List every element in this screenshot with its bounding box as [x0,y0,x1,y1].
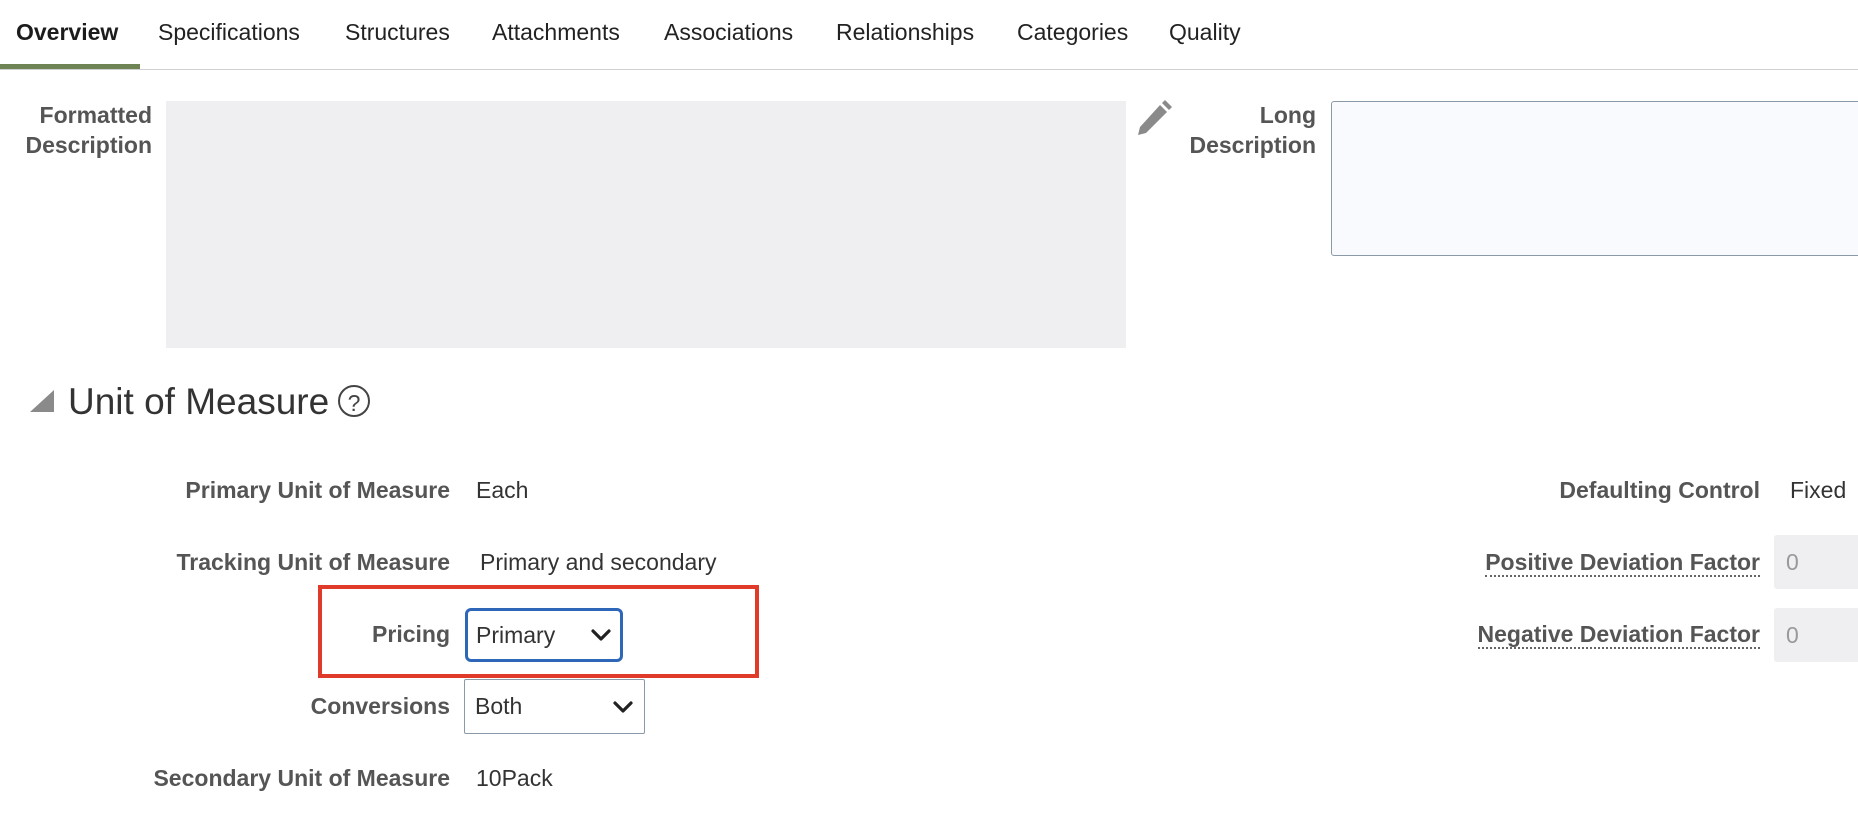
conversions-select[interactable]: Both [464,679,645,734]
primary-uom-label: Primary Unit of Measure [185,477,450,503]
chevron-down-icon [613,700,633,713]
negative-deviation-input[interactable]: 0 [1774,608,1858,662]
pricing-label: Pricing [372,621,450,647]
formatted-description-label-line1: Formatted [39,102,152,128]
long-description-label-line2: Description [1189,132,1316,158]
chevron-down-icon [591,629,611,641]
pricing-select[interactable]: Primary [465,608,623,662]
secondary-uom-label: Secondary Unit of Measure [153,765,450,791]
collapse-triangle-icon[interactable] [30,390,54,412]
tab-categories[interactable]: Categories [1017,0,1128,69]
tab-bar: Overview Specifications Structures Attac… [0,0,1858,70]
secondary-uom-value: 10Pack [476,765,553,791]
positive-deviation-input[interactable]: 0 [1774,535,1858,589]
defaulting-control-value: Fixed [1790,477,1847,503]
tracking-uom-value: Primary and secondary [480,549,717,575]
formatted-description-field[interactable] [166,101,1126,348]
pencil-icon[interactable] [1134,97,1172,137]
tab-attachments[interactable]: Attachments [492,0,620,69]
tab-associations[interactable]: Associations [664,0,793,69]
formatted-description-label: Formatted Description [10,100,152,160]
tab-specifications[interactable]: Specifications [158,0,300,69]
positive-deviation-label[interactable]: Positive Deviation Factor [1400,547,1760,577]
tab-structures[interactable]: Structures [345,0,450,69]
conversions-label: Conversions [310,693,450,719]
positive-deviation-label-text: Positive Deviation Factor [1485,549,1760,577]
pricing-select-value: Primary [476,622,556,648]
defaulting-control-label: Defaulting Control [1559,477,1760,503]
formatted-description-label-line2: Description [25,132,152,158]
section-title: Unit of Measure [68,381,330,422]
long-description-label: Long Description [1170,100,1316,160]
tab-relationships[interactable]: Relationships [836,0,974,69]
tab-quality[interactable]: Quality [1169,0,1241,69]
negative-deviation-label-text: Negative Deviation Factor [1477,621,1760,649]
long-description-label-line1: Long [1259,102,1316,128]
conversions-select-value: Both [475,693,523,719]
tab-overview[interactable]: Overview [16,0,118,69]
negative-deviation-label[interactable]: Negative Deviation Factor [1400,619,1760,649]
primary-uom-value: Each [476,477,529,503]
help-icon[interactable]: ? [338,385,370,417]
long-description-field[interactable] [1331,101,1858,256]
tracking-uom-label: Tracking Unit of Measure [176,549,450,575]
active-tab-indicator [0,64,140,69]
